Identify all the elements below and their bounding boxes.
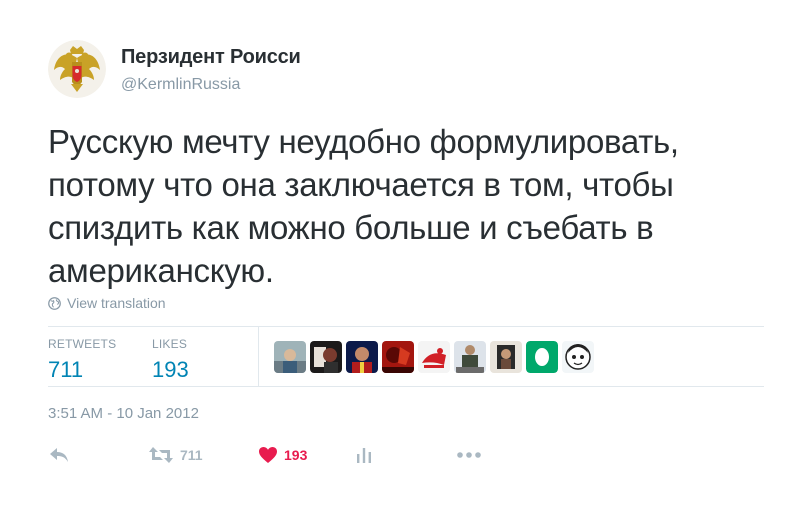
liker-avatar[interactable] xyxy=(274,341,306,373)
liker-avatar[interactable] xyxy=(382,341,414,373)
liker-avatar[interactable] xyxy=(490,341,522,373)
retweet-icon xyxy=(149,447,173,463)
heart-icon xyxy=(259,447,277,463)
author-display-name[interactable]: Перзидент Роисси xyxy=(121,46,301,69)
stats-divider xyxy=(258,327,259,386)
avatar[interactable] xyxy=(48,40,106,98)
retweet-button[interactable]: 711 xyxy=(148,446,203,464)
like-button[interactable]: 193 xyxy=(258,446,307,464)
analytics-button[interactable] xyxy=(355,446,373,464)
tweet-text: Русскую мечту неудобно формулировать, по… xyxy=(48,120,768,292)
liker-avatars xyxy=(274,341,594,373)
retweets-label: RETWEETS xyxy=(48,337,117,351)
likes-count: 193 xyxy=(152,357,189,382)
likes-stat[interactable]: LIKES 193 xyxy=(152,337,189,383)
liker-avatar[interactable] xyxy=(418,341,450,373)
tweet-line: Русскую мечту неудобно формулировать, xyxy=(48,123,679,160)
tweet-timestamp[interactable]: 3:51 AM - 10 Jan 2012 xyxy=(48,405,199,422)
likes-label: LIKES xyxy=(152,337,188,351)
bar-chart-icon xyxy=(357,448,371,463)
like-count: 193 xyxy=(284,447,308,463)
reply-icon xyxy=(50,448,68,462)
tweet-line: потому что она заключается в том, чтобы xyxy=(48,166,674,203)
retweet-count: 711 xyxy=(180,447,203,463)
ellipsis-icon xyxy=(457,452,481,458)
tweet-actions: 711 193 xyxy=(48,446,548,470)
liker-avatar[interactable] xyxy=(562,341,594,373)
retweets-stat[interactable]: RETWEETS 711 xyxy=(48,337,116,383)
eagle-emblem-icon xyxy=(48,40,106,98)
engagement-stats: RETWEETS 711 LIKES 193 xyxy=(48,326,764,387)
tweet-line: американскую. xyxy=(48,252,274,289)
liker-avatar[interactable] xyxy=(526,341,558,373)
globe-icon xyxy=(48,296,61,310)
view-translation-link[interactable]: View translation xyxy=(48,295,166,311)
more-options-button[interactable] xyxy=(456,446,482,464)
reply-button[interactable] xyxy=(48,446,70,464)
view-translation-label: View translation xyxy=(67,295,166,311)
retweets-count: 711 xyxy=(48,357,84,382)
liker-avatar[interactable] xyxy=(454,341,486,373)
author-handle[interactable]: @KermlinRussia xyxy=(121,76,240,94)
liker-avatar[interactable] xyxy=(310,341,342,373)
liker-avatar[interactable] xyxy=(346,341,378,373)
tweet-line: спиздить как можно больше и съебать в xyxy=(48,209,654,246)
